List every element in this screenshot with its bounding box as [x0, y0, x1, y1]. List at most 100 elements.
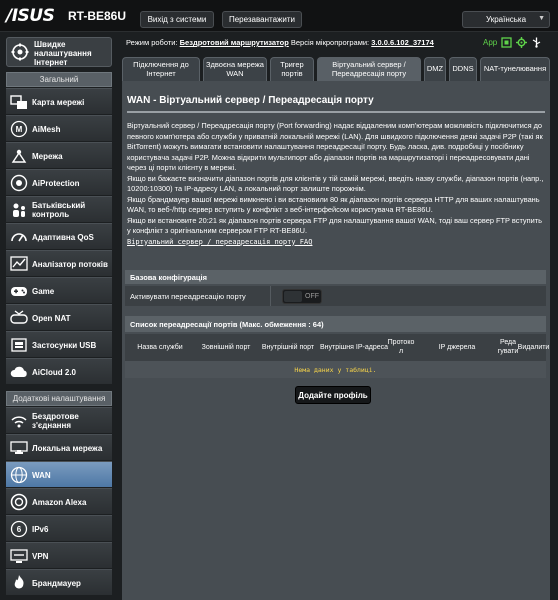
- firmware-link[interactable]: 3.0.0.6.102_37174: [371, 38, 434, 47]
- gamepad-icon: [11, 287, 27, 296]
- description-paragraph: Якщо ви встановите 20:21 як діапазон пор…: [127, 215, 542, 236]
- enable-port-forwarding-row: Активувати переадресацію порту OFF: [125, 286, 546, 306]
- column-source-ip: IP джерела: [438, 343, 476, 351]
- sidebar-item-wireless[interactable]: Бездротове з'єднання: [6, 407, 112, 433]
- tab-dmz[interactable]: DMZ: [424, 57, 446, 81]
- sidebar-item-aiprotection[interactable]: AiProtection: [6, 169, 112, 195]
- row-separator: [270, 286, 271, 306]
- vpn-icon: [10, 549, 28, 563]
- sidebar-item-wan[interactable]: WAN: [6, 461, 112, 487]
- sidebar-item-label: AiCloud 2.0: [32, 367, 77, 377]
- sidebar-item-lan[interactable]: Локальна мережа: [6, 434, 112, 460]
- parental-control-icon: [13, 203, 25, 217]
- status-line: Режим роботи: Бездротовий маршрутизатор …: [126, 38, 434, 47]
- top-bar: /ISUS RT-BE86U Вихід з системи Перезаван…: [0, 0, 558, 32]
- sidebar-item-firewall[interactable]: Брандмауер: [6, 569, 112, 595]
- add-profile-button[interactable]: Додайте профіль: [295, 386, 371, 404]
- sidebar-item-amazon-alexa[interactable]: Amazon Alexa: [6, 488, 112, 514]
- column-service-name: Назва служби: [137, 343, 183, 351]
- sidebar-item-network[interactable]: Мережа: [6, 142, 112, 168]
- basic-config-header: Базова конфігурація: [125, 270, 546, 284]
- tab-nat-passthrough[interactable]: NAT-тунелювання: [480, 57, 550, 81]
- language-value: Українська: [485, 15, 527, 24]
- qos-icon: [11, 233, 27, 242]
- sidebar-item-parental-control[interactable]: Батьківський контроль: [6, 196, 112, 222]
- sidebar-item-label: Адаптивна QoS: [32, 232, 94, 242]
- ipv6-icon: 6: [10, 520, 28, 538]
- reboot-button[interactable]: Перезавантажити: [222, 11, 302, 28]
- sidebar-item-label: Локальна мережа: [32, 443, 103, 453]
- advanced-section-header: Додаткові налаштування: [6, 391, 112, 406]
- column-delete: Видалити: [517, 343, 550, 351]
- lan-icon: [10, 441, 28, 454]
- sidebar-item-label: Бездротове з'єднання: [32, 412, 79, 430]
- sidebar-item-adaptive-qos[interactable]: Адаптивна QoS: [6, 223, 112, 249]
- quick-internet-setup-button[interactable]: Швидке налаштування Інтернет: [6, 37, 112, 67]
- alexa-icon: [10, 493, 28, 511]
- sidebar-item-ipv6[interactable]: 6 IPv6: [6, 515, 112, 541]
- sidebar-item-game[interactable]: Game: [6, 277, 112, 303]
- svg-text:M: M: [16, 125, 23, 134]
- faq-link[interactable]: Віртуальний сервер / переадресація порту…: [127, 238, 312, 246]
- sidebar-item-label: Мережа: [32, 151, 63, 161]
- tab-ddns[interactable]: DDNS: [449, 57, 477, 81]
- column-protocol: Протоко л: [387, 339, 415, 355]
- sidebar-item-traffic-analyzer[interactable]: Аналізатор потоків: [6, 250, 112, 276]
- main-content: WAN - Віртуальний сервер / Переадресація…: [122, 81, 550, 600]
- sidebar-item-label: Батьківський контроль: [32, 201, 86, 219]
- wan-globe-icon: [10, 466, 28, 484]
- toggle-knob: [284, 291, 302, 302]
- sidebar-item-aimesh[interactable]: M AiMesh: [6, 115, 112, 141]
- sidebar-item-label: Брандмауер: [32, 578, 81, 588]
- sidebar-item-label: Застосунки USB: [32, 340, 97, 350]
- op-mode-link[interactable]: Бездротовий маршрутизатор: [180, 38, 289, 47]
- description: Віртуальний сервер / Переадресація порту…: [127, 121, 547, 247]
- empty-table-message: Нема даних у таблиці.: [125, 360, 546, 378]
- logout-button[interactable]: Вихід з системи: [140, 11, 214, 28]
- sidebar-item-label: VPN: [32, 551, 49, 561]
- column-internal-ip: Внутрішня IP-адреса: [319, 343, 388, 351]
- sidebar-item-label: WAN: [32, 470, 51, 480]
- usb-icon: [11, 338, 27, 352]
- description-paragraph: Якщо ви бажаєте визначити діапазон порті…: [127, 173, 544, 194]
- usb-status-icon[interactable]: [531, 37, 542, 48]
- network-status-icon[interactable]: [501, 37, 512, 48]
- svg-text:6: 6: [17, 525, 22, 534]
- wireless-icon: [11, 416, 27, 428]
- tab-dual-wan[interactable]: Здвоєна мережа WAN: [203, 57, 267, 81]
- status-icons: App: [483, 37, 542, 48]
- app-label[interactable]: App: [483, 38, 497, 47]
- column-external-port: Зовнішній порт: [201, 343, 251, 351]
- sidebar-item-open-nat[interactable]: Open NAT: [6, 304, 112, 330]
- sidebar-item-label: AiMesh: [32, 124, 61, 134]
- sidebar-item-label: Аналізатор потоків: [32, 259, 108, 269]
- chevron-down-icon: ▼: [538, 15, 545, 22]
- title-divider: [127, 111, 545, 113]
- sidebar-item-label: Open NAT: [32, 313, 71, 323]
- shield-icon: [10, 174, 28, 192]
- sidebar-item-label: AiProtection: [32, 178, 80, 188]
- op-mode-label: Режим роботи:: [126, 38, 178, 47]
- enable-port-forwarding-label: Активувати переадресацію порту: [130, 292, 246, 301]
- asus-logo[interactable]: /ISUS: [6, 6, 55, 26]
- firmware-label: Версія мікропрограми:: [290, 38, 370, 47]
- port-forwarding-toggle[interactable]: OFF: [282, 289, 322, 304]
- tab-internet-connection[interactable]: Підключення до Інтернет: [122, 57, 200, 81]
- description-paragraph: Якщо брандмауер вашої мережі вимкнено і …: [127, 194, 540, 215]
- sidebar-item-network-map[interactable]: Карта мережі: [6, 88, 112, 114]
- tab-port-trigger[interactable]: Тригер портів: [270, 57, 314, 81]
- sidebar-item-usb-apps[interactable]: Застосунки USB: [6, 331, 112, 357]
- port-forwarding-list-header: Список переадресації портів (Макс. обмеж…: [125, 316, 546, 332]
- sidebar-item-aicloud[interactable]: AiCloud 2.0: [6, 358, 112, 384]
- sidebar-item-label: Amazon Alexa: [32, 497, 87, 507]
- sidebar-item-vpn[interactable]: VPN: [6, 542, 112, 568]
- sidebar: Швидке налаштування Інтернет Загальний К…: [0, 32, 118, 600]
- cloud-icon: [10, 366, 27, 377]
- sidebar-item-label: Game: [32, 286, 55, 296]
- settings-gear-icon[interactable]: [516, 37, 528, 48]
- description-paragraph: Віртуальний сервер / Переадресація порту…: [127, 121, 543, 172]
- table-header-row: Назва служби Зовнішній порт Внутрішній п…: [125, 334, 550, 360]
- firewall-icon: [14, 575, 24, 589]
- language-select[interactable]: Українська ▼: [462, 11, 550, 28]
- tab-virtual-server[interactable]: Віртуальний сервер / Переадресація порту: [317, 57, 421, 81]
